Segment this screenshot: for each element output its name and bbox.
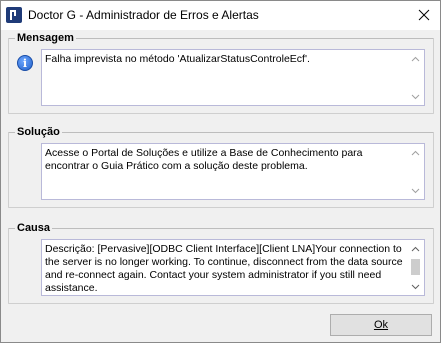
close-button[interactable] (412, 3, 436, 27)
mensagem-scrollbar[interactable] (408, 51, 423, 104)
causa-text: Descrição: [Pervasive][ODBC Client Inter… (45, 243, 403, 294)
scroll-up-icon[interactable] (411, 244, 420, 253)
app-icon (6, 7, 22, 23)
causa-label: Causa (15, 221, 53, 235)
mensagem-textbox[interactable]: Falha imprevista no método 'AtualizarSta… (41, 49, 425, 106)
mensagem-text: Falha imprevista no método 'AtualizarSta… (45, 53, 310, 65)
dialog-window: Doctor G - Administrador de Erros e Aler… (0, 0, 441, 343)
mensagem-group: Mensagem i Falha imprevista no método 'A… (8, 31, 434, 114)
scroll-up-icon[interactable] (411, 54, 420, 63)
scroll-down-icon[interactable] (411, 282, 420, 291)
causa-group: Causa Descrição: [Pervasive][ODBC Client… (8, 221, 434, 304)
close-icon (418, 9, 430, 21)
scroll-up-icon[interactable] (411, 148, 420, 157)
info-icon: i (17, 55, 33, 71)
window-title: Doctor G - Administrador de Erros e Aler… (28, 8, 259, 22)
mensagem-label: Mensagem (15, 31, 76, 45)
causa-textbox[interactable]: Descrição: [Pervasive][ODBC Client Inter… (41, 239, 425, 296)
causa-scrollbar[interactable] (408, 241, 423, 294)
solucao-label: Solução (15, 125, 62, 139)
scroll-down-icon[interactable] (411, 92, 420, 101)
solucao-text: Acesse o Portal de Soluções e utilize a … (45, 147, 363, 172)
solucao-group: Solução Acesse o Portal de Soluções e ut… (8, 125, 434, 208)
solucao-scrollbar[interactable] (408, 145, 423, 198)
ok-button[interactable]: Ok (330, 314, 432, 336)
scrollbar-thumb[interactable] (411, 259, 420, 275)
scroll-down-icon[interactable] (411, 186, 420, 195)
solucao-textbox[interactable]: Acesse o Portal de Soluções e utilize a … (41, 143, 425, 200)
title-bar[interactable]: Doctor G - Administrador de Erros e Aler… (1, 1, 440, 30)
ok-button-label: Ok (373, 319, 389, 331)
